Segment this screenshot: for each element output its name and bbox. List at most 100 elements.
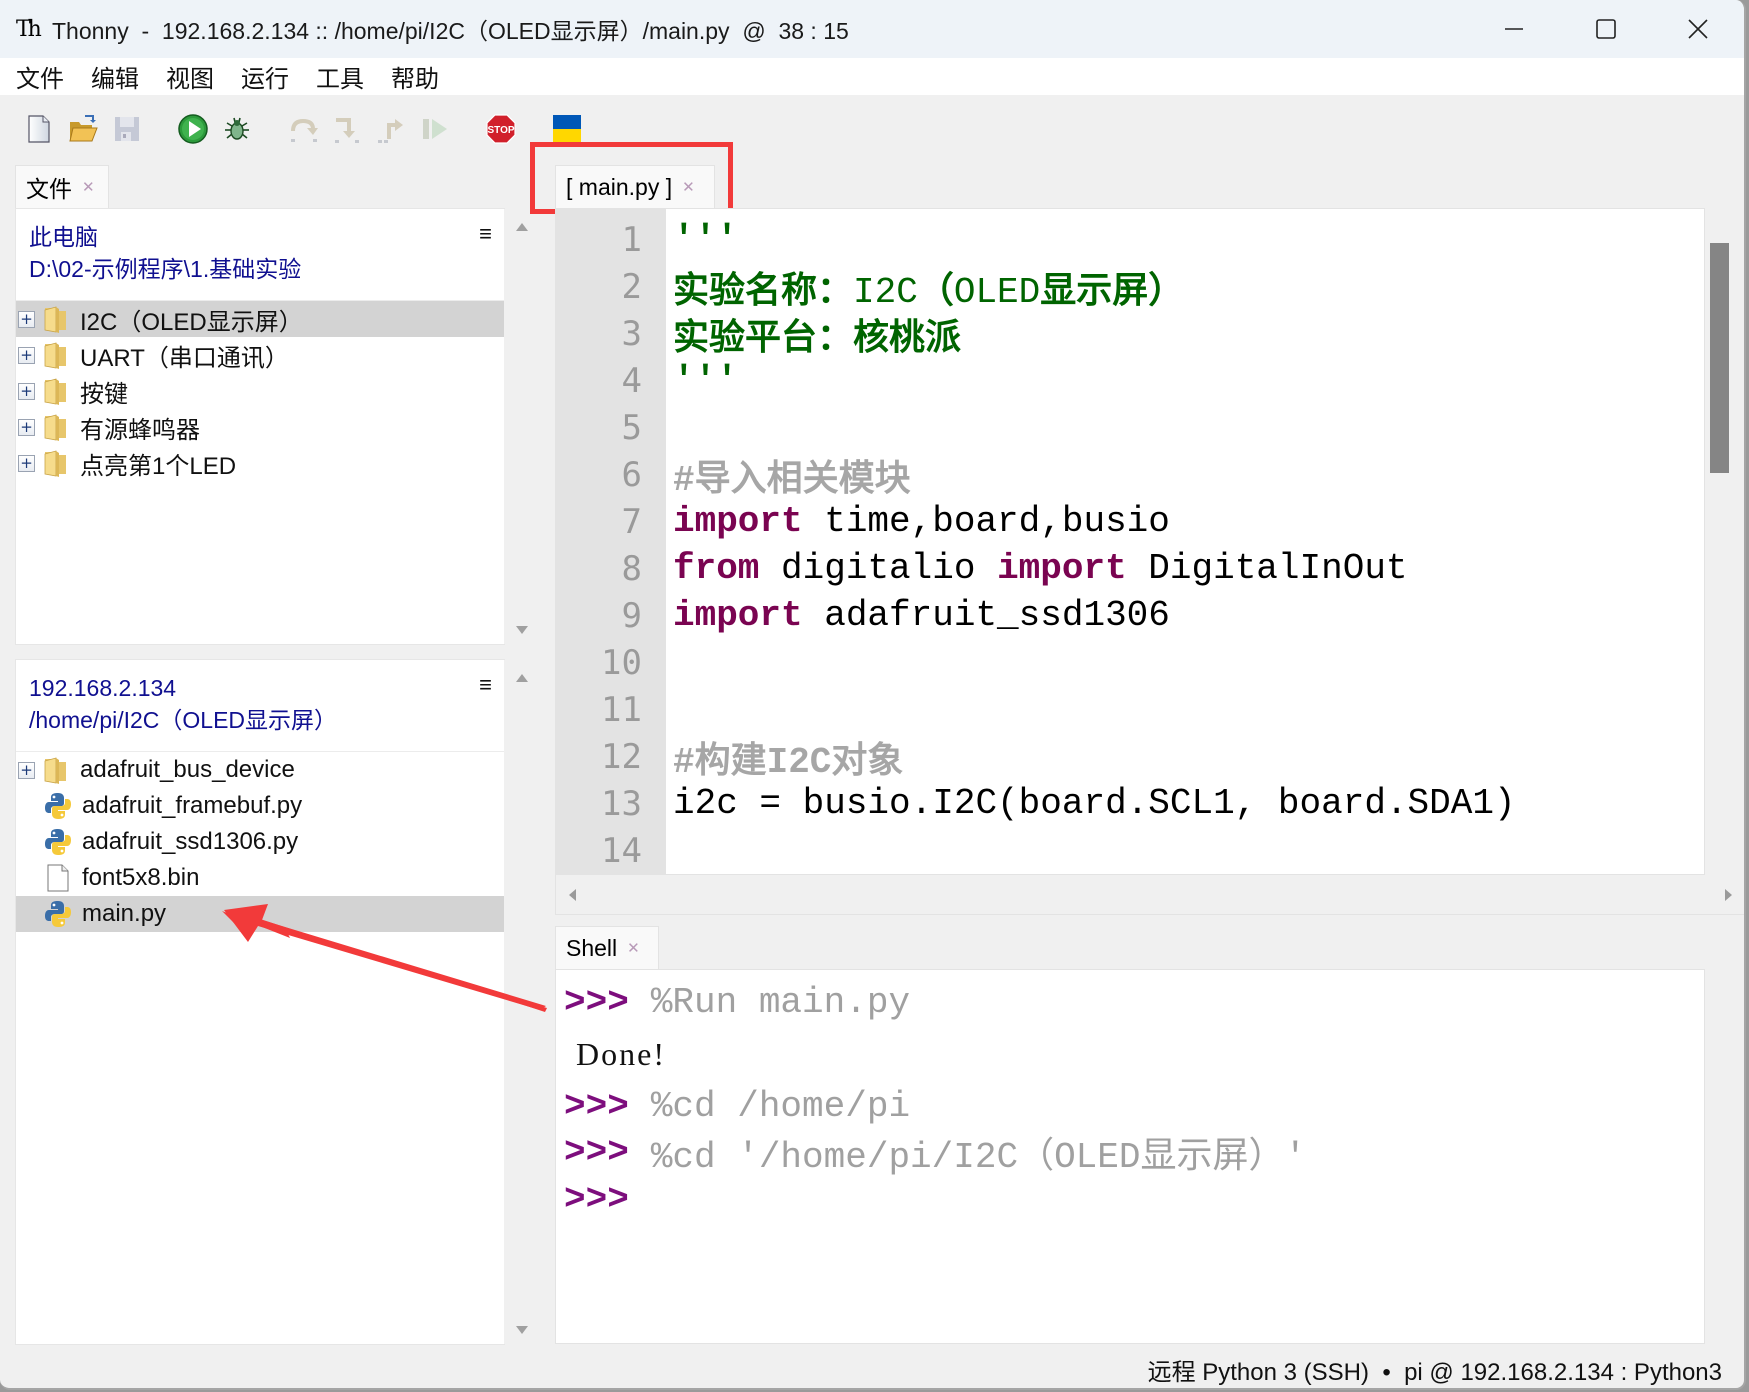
shell-console[interactable]: >>> %Run main.py Done! >>> %cd /home/pi >>> %c… xyxy=(555,969,1705,1344)
pane-menu-icon[interactable]: ≡ xyxy=(479,221,492,247)
scroll-up-icon[interactable] xyxy=(516,674,528,682)
local-pane-scrollbar[interactable] xyxy=(504,209,540,644)
menu-run[interactable]: 运行 xyxy=(241,59,289,94)
code-line[interactable]: 11 xyxy=(556,686,1704,733)
editor-scroll-thumb[interactable] xyxy=(1710,243,1729,473)
menu-view[interactable]: 视图 xyxy=(166,59,214,94)
expand-icon[interactable]: + xyxy=(18,418,35,436)
file-name: 点亮第1个LED xyxy=(80,452,237,480)
code-line[interactable]: 9 import adafruit_ssd1306 xyxy=(556,592,1704,639)
code-line[interactable]: 7 import time,board,busio xyxy=(556,498,1704,545)
new-file-button[interactable] xyxy=(22,112,56,146)
code-token: import xyxy=(997,548,1127,589)
close-tab-icon[interactable]: ✕ xyxy=(682,178,695,196)
shell-command: %Run main.py xyxy=(650,981,911,1023)
tab-files[interactable]: 文件 ✕ xyxy=(15,165,109,208)
tab-shell[interactable]: Shell ✕ xyxy=(555,926,659,969)
remote-title[interactable]: 192.168.2.134 xyxy=(29,672,504,704)
scroll-left-icon[interactable] xyxy=(569,889,576,901)
code-token: #构建I2C对象 xyxy=(673,741,904,783)
code-line[interactable]: 10 xyxy=(556,639,1704,686)
remote-pane-header: 192.168.2.134 /home/pi/I2C（OLED显示屏） ≡ xyxy=(16,660,504,752)
local-path[interactable]: D:\02-示例程序\1.基础实验 xyxy=(29,253,504,285)
code-text: #导入相关模块 xyxy=(673,449,911,501)
editor-horizontal-scrollbar[interactable] xyxy=(555,875,1744,915)
stop-button[interactable]: STOP xyxy=(484,112,518,146)
run-button[interactable] xyxy=(176,112,210,146)
file-tree-item[interactable]: + I2C（OLED显示屏） xyxy=(16,301,504,337)
pane-menu-icon[interactable]: ≡ xyxy=(479,672,492,698)
file-tree-item[interactable]: adafruit_framebuf.py xyxy=(16,788,504,824)
close-tab-icon[interactable]: ✕ xyxy=(82,178,95,196)
expand-icon[interactable]: + xyxy=(18,454,35,472)
save-button[interactable] xyxy=(110,112,144,146)
step-into-button[interactable] xyxy=(330,112,364,146)
resume-button[interactable] xyxy=(418,112,452,146)
expand-icon[interactable]: + xyxy=(18,310,35,328)
file-tree-item[interactable]: + 点亮第1个LED xyxy=(16,445,504,481)
remote-file-tree: + adafruit_bus_device adafruit_framebuf.py… xyxy=(16,752,504,932)
step-out-button[interactable] xyxy=(374,112,408,146)
file-tree-item[interactable]: + UART（串口通讯） xyxy=(16,337,504,373)
code-line[interactable]: 5 xyxy=(556,404,1704,451)
file-tree-item[interactable]: font5x8.bin xyxy=(16,860,504,896)
new-file-icon xyxy=(28,115,50,143)
menu-edit[interactable]: 编辑 xyxy=(91,59,139,94)
open-file-button[interactable] xyxy=(66,112,100,146)
menu-help[interactable]: 帮助 xyxy=(391,59,439,94)
line-number: 2 xyxy=(621,266,642,307)
expand-icon[interactable]: + xyxy=(18,346,35,364)
menu-file[interactable]: 文件 xyxy=(16,59,64,94)
code-editor[interactable]: 1 ''' 2 实验名称：I2C（OLED显示屏） 3 实验平台：核桃派 4 ''' 5 6 #导入… xyxy=(555,208,1705,875)
file-tree-item[interactable]: adafruit_ssd1306.py xyxy=(16,824,504,860)
remote-path[interactable]: /home/pi/I2C（OLED显示屏） xyxy=(29,704,504,736)
python-file-icon xyxy=(44,899,72,929)
toolbar: STOP xyxy=(0,95,1744,163)
file-tree-item[interactable]: + 按键 xyxy=(16,373,504,409)
tab-main-py[interactable]: [ main.py ] ✕ xyxy=(555,165,715,208)
expand-icon[interactable]: + xyxy=(18,761,35,779)
code-line[interactable]: 2 实验名称：I2C（OLED显示屏） xyxy=(556,263,1704,313)
scroll-down-icon[interactable] xyxy=(516,626,528,634)
shell-tabbar: Shell ✕ xyxy=(555,926,659,969)
shell-command: %cd /home/pi xyxy=(650,1085,911,1127)
maximize-button[interactable] xyxy=(1560,0,1652,58)
ukraine-flag-icon xyxy=(553,115,581,143)
file-tree-item[interactable]: + 有源蜂鸣器 xyxy=(16,409,504,445)
step-out-icon xyxy=(378,119,403,143)
scroll-down-icon[interactable] xyxy=(516,1326,528,1334)
ukraine-flag-button[interactable] xyxy=(550,112,584,146)
remote-pane-scrollbar[interactable] xyxy=(504,660,540,1344)
shell-vertical-scrollbar[interactable] xyxy=(1705,969,1744,1344)
code-line[interactable]: 1 ''' xyxy=(556,216,1704,263)
file-tree-item[interactable]: main.py xyxy=(16,896,504,932)
scroll-right-icon[interactable] xyxy=(1725,889,1732,901)
code-line[interactable]: 4 ''' xyxy=(556,357,1704,404)
code-token: I2C xyxy=(853,271,918,313)
editor-vertical-scrollbar[interactable] xyxy=(1705,208,1744,875)
code-token: adafruit_ssd1306 xyxy=(802,595,1170,636)
step-over-button[interactable] xyxy=(286,112,320,146)
code-line[interactable]: 3 实验平台：核桃派 xyxy=(556,310,1704,360)
code-line[interactable]: 12 #构建I2C对象 xyxy=(556,733,1704,783)
menu-tools[interactable]: 工具 xyxy=(316,59,364,94)
code-token: #导入相关模块 xyxy=(673,459,911,501)
close-tab-icon[interactable]: ✕ xyxy=(627,939,640,957)
debug-button[interactable] xyxy=(220,112,254,146)
minimize-button[interactable] xyxy=(1468,0,1560,58)
code-line[interactable]: 14 xyxy=(556,827,1704,874)
line-number: 12 xyxy=(601,736,642,777)
local-title[interactable]: 此电脑 xyxy=(29,221,504,253)
local-pane-header: 此电脑 D:\02-示例程序\1.基础实验 ≡ xyxy=(16,209,504,301)
expand-icon[interactable]: + xyxy=(18,382,35,400)
code-line[interactable]: 13 i2c = busio.I2C(board.SCL1, board.SDA1… xyxy=(556,780,1704,827)
status-bar[interactable]: 远程 Python 3 (SSH) • pi @ 192.168.2.134 :… xyxy=(1148,1352,1722,1387)
code-line[interactable]: 8 from digitalio import DigitalInOut xyxy=(556,545,1704,592)
line-number: 9 xyxy=(621,595,642,636)
close-button[interactable] xyxy=(1652,0,1744,58)
scroll-up-icon[interactable] xyxy=(516,223,528,231)
file-tree-item[interactable]: + adafruit_bus_device xyxy=(16,752,504,788)
menu-bar: 文件 编辑 视图 运行 工具 帮助 xyxy=(0,58,1744,95)
code-token: 显示屏） xyxy=(1040,271,1185,313)
code-line[interactable]: 6 #导入相关模块 xyxy=(556,449,1704,501)
